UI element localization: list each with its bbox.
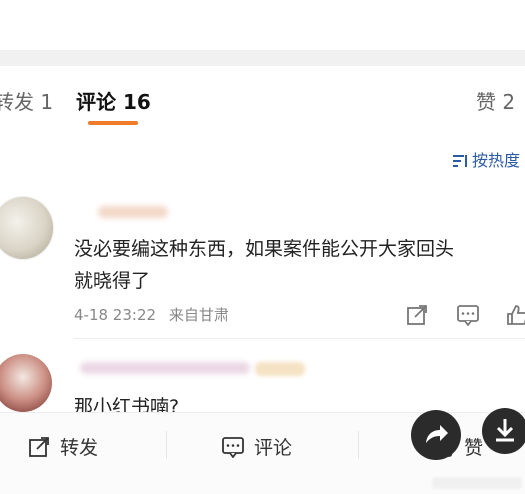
divider <box>166 431 167 459</box>
avatar[interactable] <box>0 196 54 260</box>
like-label: 赞 <box>464 437 484 459</box>
comment-meta: 4-18 23:22 来自甘肃 <box>74 304 237 325</box>
sort-button[interactable]: 按热度 <box>452 147 520 173</box>
user-badge <box>255 362 305 376</box>
tab-comments[interactable]: 评论 16 <box>76 86 151 115</box>
section-separator <box>0 50 525 66</box>
comment-time: 4-18 23:22 <box>74 306 157 324</box>
tab-likes[interactable]: 赞 2 <box>476 86 515 115</box>
sort-label: 按热度 <box>472 151 521 170</box>
active-tab-indicator <box>88 121 138 125</box>
repost-icon <box>29 437 49 457</box>
share-icon[interactable] <box>406 304 428 326</box>
repost-label: 转发 <box>60 437 99 459</box>
comment-location: 来自甘肃 <box>168 306 229 324</box>
divider <box>358 431 359 459</box>
like-icon[interactable] <box>506 304 525 326</box>
tab-bar: 转发 1 评论 16 赞 2 <box>0 66 525 132</box>
watermark <box>432 477 522 489</box>
comment-text-line: 就晓得了 <box>74 270 151 292</box>
comment-icon <box>222 437 244 459</box>
forward-floating-button[interactable] <box>411 410 461 460</box>
comment-text: 没必要编这种东西，如果案件能公开大家回头 就晓得了 <box>74 233 524 297</box>
forward-icon <box>426 425 448 443</box>
comment-label: 评论 <box>254 437 293 459</box>
reply-icon[interactable] <box>457 304 479 327</box>
repost-button[interactable]: 转发 <box>28 433 98 460</box>
username-blurred <box>80 362 250 374</box>
download-floating-button[interactable] <box>482 408 525 454</box>
username-blurred <box>98 206 168 218</box>
avatar[interactable] <box>0 354 52 412</box>
sort-icon <box>452 153 472 173</box>
comment-divider <box>74 338 525 339</box>
comment-button[interactable]: 评论 <box>222 433 292 460</box>
download-icon <box>496 419 514 442</box>
tab-repost[interactable]: 转发 1 <box>0 86 53 115</box>
previous-card <box>0 0 525 50</box>
comment-text-line: 没必要编这种东西，如果案件能公开大家回头 <box>74 238 455 260</box>
